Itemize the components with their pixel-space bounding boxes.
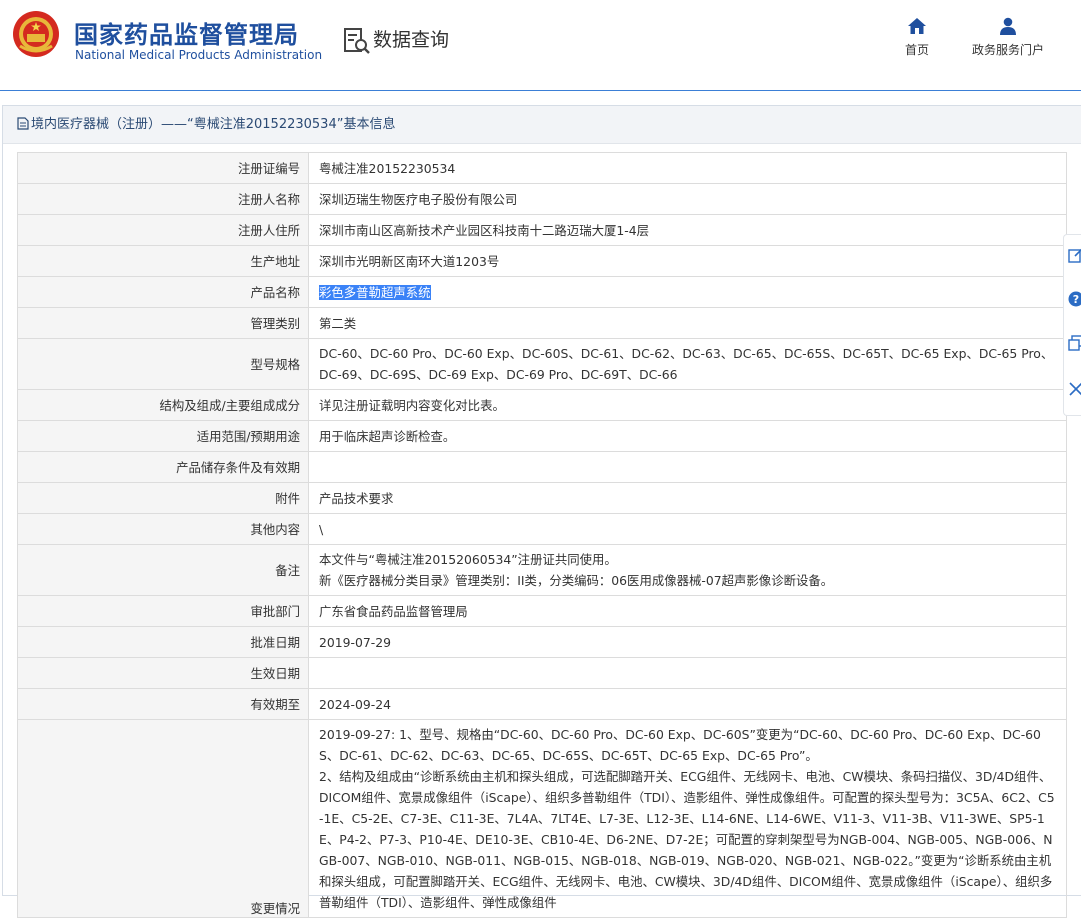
change-line-2: 2、结构及组成由“诊断系统由主机和探头组成，可选配脚踏开关、ECG组件、无线网卡… [319,766,1056,913]
copy-icon[interactable] [1068,335,1081,351]
table-row: 其他内容 \ [18,514,1067,545]
table-row: 产品储存条件及有效期 [18,452,1067,483]
table-row: 注册人住所 深圳市南山区高新技术产业园区科技南十二路迈瑞大厦1-4层 [18,215,1067,246]
row-key: 注册证编号 [18,153,309,184]
row-key: 有效期至 [18,689,309,720]
row-key: 产品储存条件及有效期 [18,452,309,483]
table-row: 备注 本文件与“粤械注准20152060534”注册证共同使用。 新《医疗器械分… [18,545,1067,596]
row-key: 生效日期 [18,658,309,689]
detail-panel: 境内医疗器械（注册）——“粤械注准20152230534”基本信息 注册证编号 … [2,105,1081,896]
row-key: 注册人住所 [18,215,309,246]
document-icon [17,117,29,130]
nav-home-label: 首页 [905,43,929,57]
row-key: 管理类别 [18,308,309,339]
row-value: 2019-07-29 [309,627,1067,658]
national-emblem-icon [12,10,60,58]
row-key: 批准日期 [18,627,309,658]
table-row: 变更情况 2019-09-27: 1、型号、规格由“DC-60、DC-60 Pr… [18,720,1067,918]
data-query-icon [343,27,371,55]
user-icon [999,17,1017,35]
logo-title-cn: 国家药品监督管理局 [74,15,299,50]
row-value: 产品技术要求 [309,483,1067,514]
table-row: 管理类别 第二类 [18,308,1067,339]
row-value [309,452,1067,483]
row-value: 2019-09-27: 1、型号、规格由“DC-60、DC-60 Pro、DC-… [309,720,1067,918]
row-value: 粤械注准20152230534 [309,153,1067,184]
info-table: 注册证编号 粤械注准20152230534 注册人名称 深圳迈瑞生物医疗电子股份… [17,152,1067,918]
row-value: 详见注册证载明内容变化对比表。 [309,390,1067,421]
data-query-title: 数据查询 [373,25,449,52]
site-header: 国家药品监督管理局 National Medical Products Admi… [0,0,1081,91]
table-row: 批准日期 2019-07-29 [18,627,1067,658]
edit-icon[interactable] [1068,247,1081,263]
row-key: 其他内容 [18,514,309,545]
row-key: 适用范围/预期用途 [18,421,309,452]
table-row: 型号规格 DC-60、DC-60 Pro、DC-60 Exp、DC-60S、DC… [18,339,1067,390]
table-row: 审批部门 广东省食品药品监督管理局 [18,596,1067,627]
row-key: 产品名称 [18,277,309,308]
remark-line-2: 新《医疗器械分类目录》管理类别：II类，分类编码：06医用成像器械-07超声影像… [319,570,1056,591]
help-icon[interactable]: ? [1068,291,1081,307]
nav-home[interactable]: 首页 [893,17,941,58]
breadcrumb: 境内医疗器械（注册）——“粤械注准20152230534”基本信息 [3,106,1081,144]
side-toolbar: ? [1063,234,1081,416]
row-key: 备注 [18,545,309,596]
table-row: 注册证编号 粤械注准20152230534 [18,153,1067,184]
row-key: 审批部门 [18,596,309,627]
breadcrumb-text: 境内医疗器械（注册）——“粤械注准20152230534”基本信息 [31,117,395,132]
logo-title-en: National Medical Products Administration [75,48,322,62]
row-key: 变更情况 [18,720,309,918]
row-value: 深圳市南山区高新技术产业园区科技南十二路迈瑞大厦1-4层 [309,215,1067,246]
table-row: 附件 产品技术要求 [18,483,1067,514]
row-value: 2024-09-24 [309,689,1067,720]
table-row: 注册人名称 深圳迈瑞生物医疗电子股份有限公司 [18,184,1067,215]
table-row: 适用范围/预期用途 用于临床超声诊断检查。 [18,421,1067,452]
table-row: 结构及组成/主要组成成分 详见注册证载明内容变化对比表。 [18,390,1067,421]
row-value: 用于临床超声诊断检查。 [309,421,1067,452]
row-key: 结构及组成/主要组成成分 [18,390,309,421]
table-row: 生产地址 深圳市光明新区南环大道1203号 [18,246,1067,277]
remark-line-1: 本文件与“粤械注准20152060534”注册证共同使用。 [319,549,1056,570]
row-value: 第二类 [309,308,1067,339]
home-icon [907,17,927,35]
row-value: 广东省食品药品监督管理局 [309,596,1067,627]
row-value: 深圳市光明新区南环大道1203号 [309,246,1067,277]
svg-text:?: ? [1073,293,1079,306]
row-value: 深圳迈瑞生物医疗电子股份有限公司 [309,184,1067,215]
row-value: DC-60、DC-60 Pro、DC-60 Exp、DC-60S、DC-61、D… [309,339,1067,390]
change-line-1: 2019-09-27: 1、型号、规格由“DC-60、DC-60 Pro、DC-… [319,724,1056,766]
nav-gov-label: 政务服务门户 [972,43,1044,57]
close-icon[interactable] [1068,381,1081,397]
row-value [309,658,1067,689]
product-name-selected[interactable]: 彩色多普勒超声系统 [319,285,431,300]
row-value: \ [309,514,1067,545]
table-row: 有效期至 2024-09-24 [18,689,1067,720]
row-value: 本文件与“粤械注准20152060534”注册证共同使用。 新《医疗器械分类目录… [309,545,1067,596]
row-key: 型号规格 [18,339,309,390]
row-key: 注册人名称 [18,184,309,215]
row-key: 生产地址 [18,246,309,277]
table-row: 生效日期 [18,658,1067,689]
table-row: 产品名称 彩色多普勒超声系统 [18,277,1067,308]
row-key: 附件 [18,483,309,514]
nav-gov-service-portal[interactable]: 政务服务门户 [960,17,1056,58]
